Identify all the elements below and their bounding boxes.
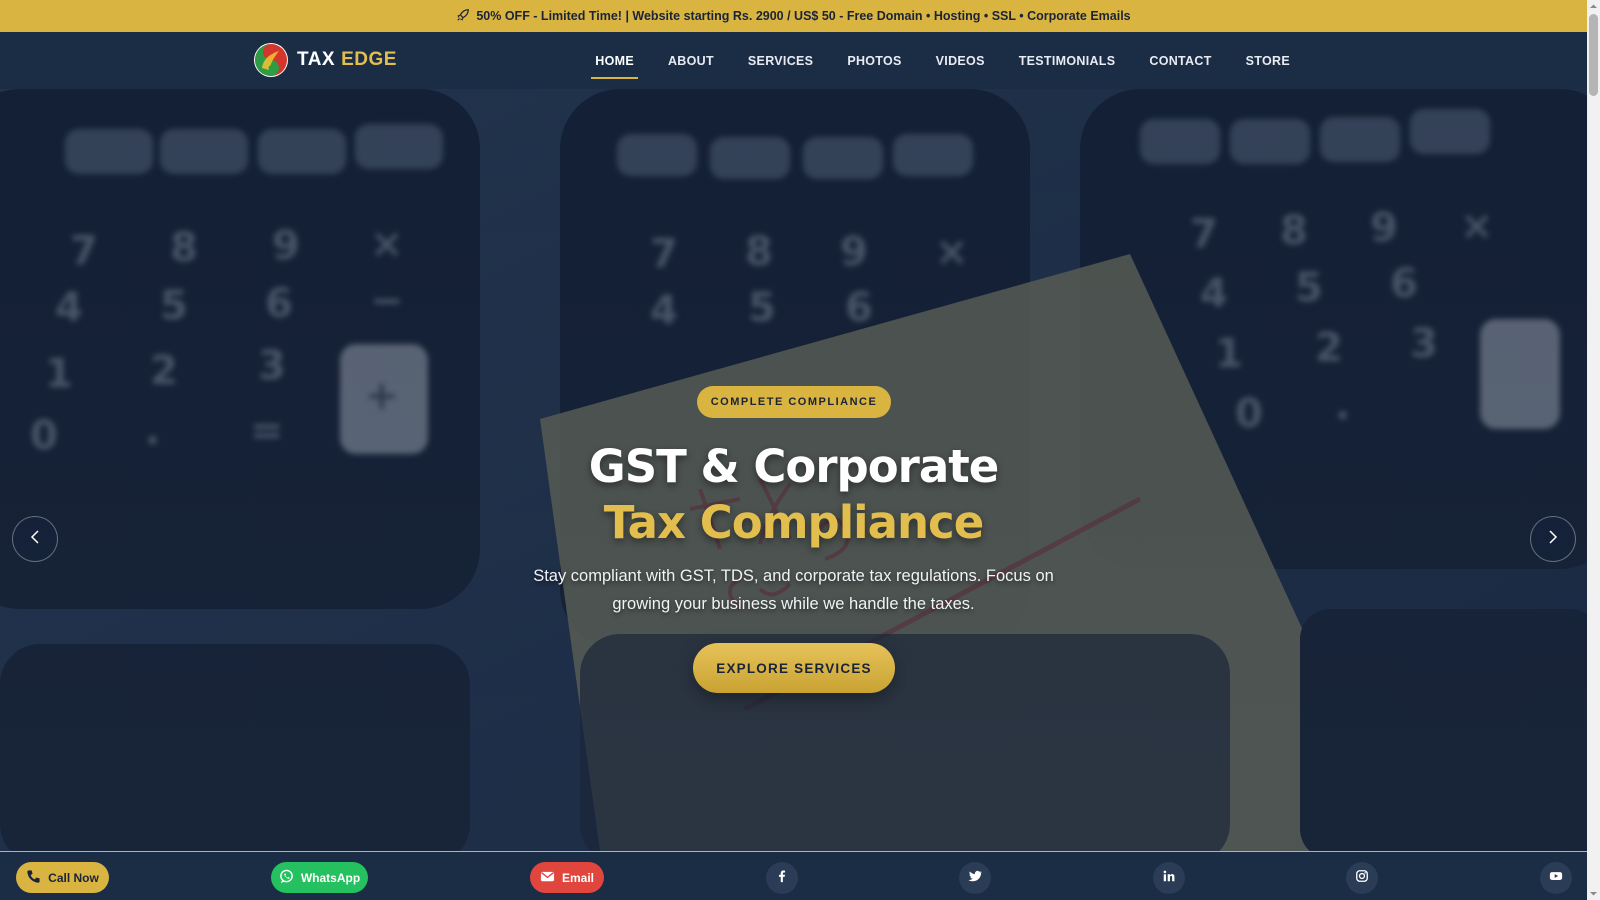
promo-banner: 50% OFF - Limited Time! | Website starti… bbox=[0, 0, 1587, 32]
nav-services[interactable]: SERVICES bbox=[744, 48, 817, 74]
youtube-link[interactable] bbox=[1540, 862, 1572, 894]
scroll-up-arrow-icon[interactable] bbox=[1589, 2, 1598, 11]
call-now-button[interactable]: Call Now bbox=[16, 862, 109, 893]
promo-text: 50% OFF - Limited Time! | Website starti… bbox=[476, 9, 1131, 23]
yin-yang-logo-icon bbox=[253, 42, 289, 78]
youtube-icon bbox=[1549, 869, 1563, 888]
nav-home[interactable]: HOME bbox=[591, 48, 638, 79]
scrollbar-thumb[interactable] bbox=[1589, 14, 1598, 96]
linkedin-icon bbox=[1162, 869, 1176, 888]
slider-next-button[interactable] bbox=[1530, 516, 1576, 562]
hero-badge: COMPLETE COMPLIANCE bbox=[697, 386, 891, 418]
slider-prev-button[interactable] bbox=[12, 516, 58, 562]
whatsapp-icon bbox=[279, 869, 294, 887]
chevron-right-icon bbox=[1545, 529, 1561, 550]
hero-title: GST & Corporate Tax Compliance bbox=[400, 439, 1187, 551]
linkedin-link[interactable] bbox=[1153, 862, 1185, 894]
email-label: Email bbox=[561, 870, 594, 885]
bottom-contact-bar: Call Now WhatsApp Email bbox=[0, 851, 1587, 900]
phone-icon bbox=[26, 869, 41, 887]
scroll-down-arrow-icon[interactable] bbox=[1589, 889, 1598, 898]
instagram-link[interactable] bbox=[1346, 862, 1378, 894]
nav-about[interactable]: ABOUT bbox=[664, 48, 718, 74]
twitter-link[interactable] bbox=[959, 862, 991, 894]
brand-name: TAX EDGE bbox=[297, 49, 397, 71]
brand-name-tax: TAX bbox=[297, 49, 336, 70]
whatsapp-button[interactable]: WhatsApp bbox=[271, 862, 368, 893]
nav-photos[interactable]: PHOTOS bbox=[843, 48, 905, 74]
brand-name-edge: EDGE bbox=[341, 49, 397, 70]
hero-slider: 789× 456− 123+ 0.= 789× 456 789× 456 123… bbox=[0, 89, 1587, 851]
hero-title-line2: Tax Compliance bbox=[603, 496, 984, 549]
twitter-icon bbox=[968, 869, 983, 888]
brand-logo-link[interactable]: TAX EDGE bbox=[253, 42, 397, 78]
envelope-icon bbox=[540, 869, 555, 887]
instagram-icon bbox=[1355, 869, 1369, 888]
hero-subtitle: Stay compliant with GST, TDS, and corpor… bbox=[533, 567, 1054, 613]
chevron-left-icon bbox=[27, 529, 43, 550]
rocket-icon bbox=[456, 8, 470, 25]
main-navbar: TAX EDGE HOME ABOUT SERVICES PHOTOS VIDEO… bbox=[0, 32, 1587, 89]
nav-videos[interactable]: VIDEOS bbox=[932, 48, 989, 74]
facebook-icon bbox=[775, 869, 789, 888]
page-scrollbar[interactable] bbox=[1587, 0, 1600, 900]
whatsapp-label: WhatsApp bbox=[300, 870, 361, 885]
facebook-link[interactable] bbox=[766, 862, 798, 894]
nav-menu: HOME ABOUT SERVICES PHOTOS VIDEOS TESTIM… bbox=[591, 32, 1294, 89]
explore-services-button[interactable]: EXPLORE SERVICES bbox=[693, 643, 895, 693]
nav-testimonials[interactable]: TESTIMONIALS bbox=[1015, 48, 1120, 74]
nav-contact[interactable]: CONTACT bbox=[1145, 48, 1215, 74]
email-button[interactable]: Email bbox=[530, 862, 604, 893]
nav-store[interactable]: STORE bbox=[1242, 48, 1294, 74]
hero-title-line1: GST & Corporate bbox=[588, 440, 999, 493]
call-now-label: Call Now bbox=[48, 870, 99, 885]
